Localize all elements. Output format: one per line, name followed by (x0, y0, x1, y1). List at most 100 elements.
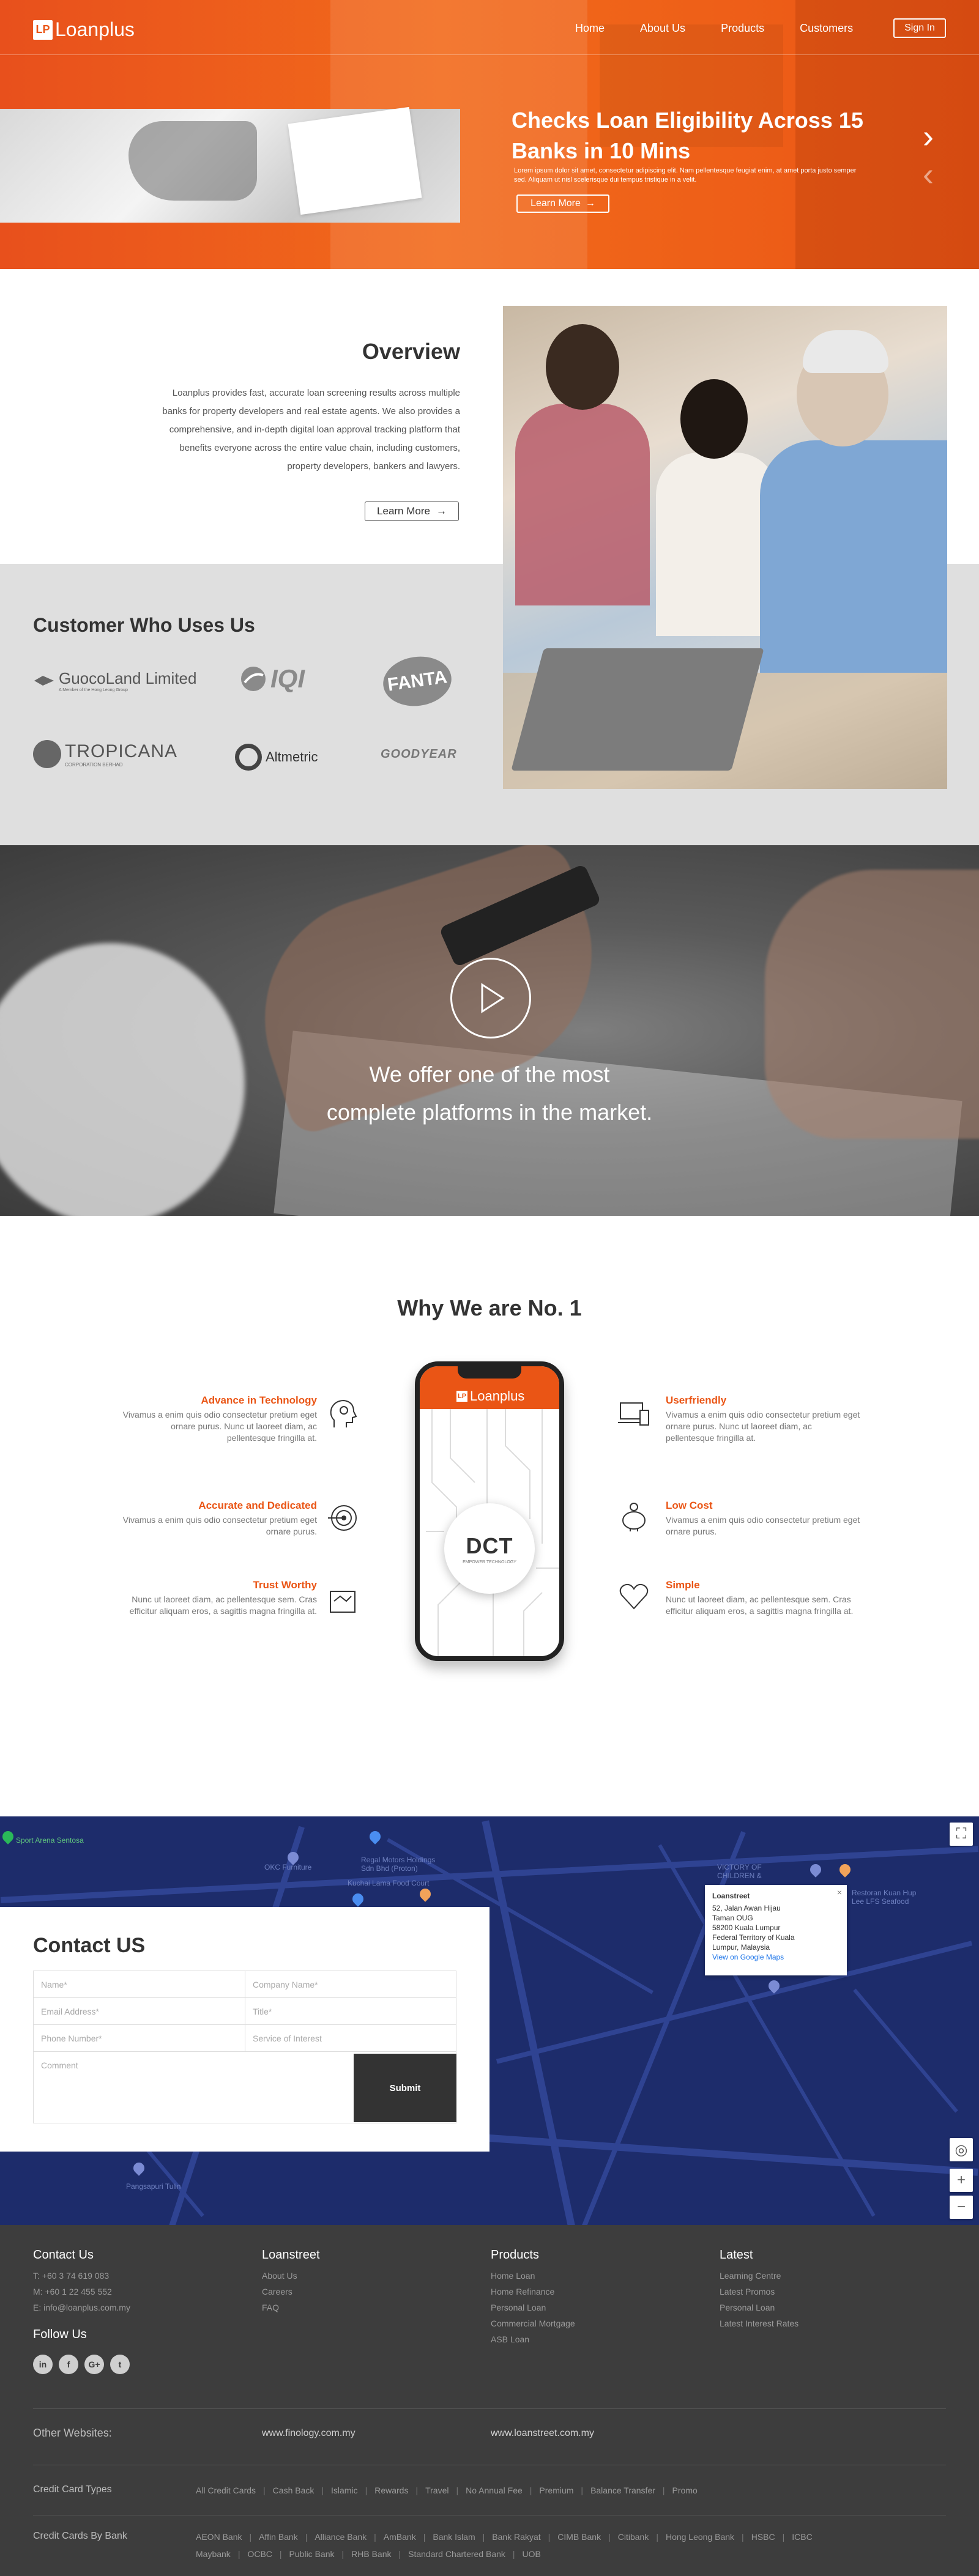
footer-link[interactable]: AEON Bank (196, 2532, 242, 2542)
facebook-icon[interactable]: f (59, 2355, 78, 2374)
footer-email[interactable]: E: info@loanplus.com.my (33, 2300, 130, 2315)
footer-link[interactable]: ICBC (792, 2532, 812, 2542)
feature-low-cost: Low Cost Vivamus a enim quis odio consec… (666, 1500, 862, 1538)
map-pin-icon[interactable] (0, 1829, 16, 1845)
footer-link[interactable]: Commercial Mortgage (491, 2315, 575, 2331)
footer-link[interactable]: CIMB Bank (557, 2532, 601, 2542)
logo[interactable]: LP Loanplus (33, 18, 135, 41)
zoom-out-button[interactable]: − (950, 2196, 973, 2219)
submit-button[interactable]: Submit (354, 2054, 456, 2122)
footer-mobile[interactable]: M: +60 1 22 455 552 (33, 2284, 130, 2300)
title-field[interactable]: Title* (245, 1998, 456, 2025)
footer-link[interactable]: Bank Islam (433, 2532, 475, 2542)
footer-link[interactable]: Home Refinance (491, 2284, 575, 2300)
footer-link[interactable]: Rewards (374, 2485, 408, 2495)
footer-link[interactable]: Islamic (331, 2485, 358, 2495)
map-road (482, 1820, 578, 2225)
footer-link[interactable]: Maybank (196, 2549, 231, 2559)
feature-accurate-dedicated: Accurate and Dedicated Vivamus a enim qu… (121, 1500, 317, 1538)
nav-products[interactable]: Products (721, 22, 764, 35)
view-on-google-maps-link[interactable]: View on Google Maps (712, 1952, 839, 1962)
service-field[interactable]: Service of Interest (245, 2025, 456, 2052)
overview-learn-more-label: Learn More (377, 505, 430, 517)
separator: | (341, 2549, 344, 2559)
footer-link[interactable]: RHB Bank (351, 2549, 391, 2559)
map-pin-icon[interactable] (837, 1862, 853, 1878)
footer-link[interactable]: OCBC (247, 2549, 272, 2559)
footer-link[interactable]: Public Bank (289, 2549, 335, 2559)
separator: | (237, 2549, 240, 2559)
footer-link[interactable]: No Annual Fee (466, 2485, 523, 2495)
map-label: Sport Arena Sentosa (16, 1836, 84, 1845)
altmetric-icon (235, 744, 262, 771)
footer-link[interactable]: Personal Loan (720, 2300, 798, 2315)
fullscreen-icon[interactable]: ⛶ (950, 1823, 973, 1846)
map-pin-icon[interactable] (417, 1886, 433, 1902)
footer-link[interactable]: Careers (262, 2284, 297, 2300)
footer-link[interactable]: Affin Bank (259, 2532, 298, 2542)
phone-field[interactable]: Phone Number* (34, 2025, 245, 2052)
footer-link[interactable]: Balance Transfer (590, 2485, 655, 2495)
footer-link[interactable]: Learning Centre (720, 2268, 798, 2284)
nav-about-us[interactable]: About Us (640, 22, 685, 35)
footer-link[interactable]: Personal Loan (491, 2300, 575, 2315)
footer-link[interactable]: ASB Loan (491, 2331, 575, 2347)
email-field[interactable]: Email Address* (34, 1998, 245, 2025)
client-name: GOODYEAR (381, 747, 457, 761)
video-tagline: We offer one of the most complete platfo… (245, 1056, 734, 1131)
name-field[interactable]: Name* (34, 1971, 245, 1998)
footer-link[interactable]: Standard Chartered Bank (408, 2549, 505, 2559)
play-button[interactable] (450, 958, 531, 1038)
footer-latest-title: Latest (720, 2248, 753, 2262)
footer-link[interactable]: FAQ (262, 2300, 297, 2315)
comment-field[interactable]: Comment (34, 2052, 354, 2123)
footer-link[interactable]: AmBank (384, 2532, 416, 2542)
footer-link[interactable]: Alliance Bank (315, 2532, 367, 2542)
footer-link[interactable]: Latest Promos (720, 2284, 798, 2300)
map-pin-icon[interactable] (367, 1829, 383, 1845)
client-sub: CORPORATION BERHAD (65, 761, 123, 768)
footer-phone[interactable]: T: +60 3 74 619 083 (33, 2268, 130, 2284)
footer-link[interactable]: UOB (523, 2549, 541, 2559)
other-site-link[interactable]: www.finology.com.my (262, 2426, 355, 2441)
footer-contact-list: T: +60 3 74 619 083 M: +60 1 22 455 552 … (33, 2268, 130, 2315)
zoom-in-button[interactable]: + (950, 2169, 973, 2192)
footer-link[interactable]: Bank Rakyat (492, 2532, 540, 2542)
footer-link[interactable]: About Us (262, 2268, 297, 2284)
linkedin-icon[interactable]: in (33, 2355, 53, 2374)
map-pin-icon[interactable] (131, 2160, 147, 2176)
separator: | (365, 2485, 368, 2495)
footer-link[interactable]: Hong Leong Bank (666, 2532, 734, 2542)
footer-link[interactable]: Home Loan (491, 2268, 575, 2284)
feature-title: Simple (666, 1579, 700, 1591)
twitter-icon[interactable]: t (110, 2355, 130, 2374)
footer-link[interactable]: Latest Interest Rates (720, 2315, 798, 2331)
chevron-left-icon[interactable]: ‹ (923, 158, 934, 191)
heart-icon (616, 1578, 652, 1615)
popup-address-line: 52, Jalan Awan Hijau (712, 1904, 781, 1912)
logo-text: Loanplus (55, 18, 135, 40)
chevron-right-icon[interactable]: › (923, 120, 934, 153)
my-location-icon[interactable]: ◎ (950, 2138, 973, 2161)
other-websites-label: Other Websites: (33, 2427, 112, 2439)
nav-customers[interactable]: Customers (800, 22, 853, 35)
footer-link[interactable]: Premium (539, 2485, 573, 2495)
separator: | (456, 2485, 459, 2495)
hero-learn-more-button[interactable]: Learn More → (516, 194, 609, 213)
nav-home[interactable]: Home (575, 22, 605, 35)
close-icon[interactable]: × (837, 1887, 842, 1897)
footer-link[interactable]: All Credit Cards (196, 2485, 256, 2495)
handshake-icon (324, 1582, 361, 1618)
signin-button[interactable]: Sign In (893, 18, 946, 38)
company-field[interactable]: Company Name* (245, 1971, 456, 1998)
footer-link[interactable]: Travel (425, 2485, 449, 2495)
footer-link[interactable]: Citibank (618, 2532, 649, 2542)
footer-link[interactable]: Promo (672, 2485, 698, 2495)
google-plus-icon[interactable]: G+ (84, 2355, 104, 2374)
overview-learn-more-button[interactable]: Learn More → (365, 502, 459, 521)
other-site-link[interactable]: www.loanstreet.com.my (491, 2426, 594, 2441)
footer-link[interactable]: Cash Back (273, 2485, 315, 2495)
map-pin-icon[interactable] (808, 1862, 824, 1878)
map-pin-icon[interactable] (350, 1891, 366, 1907)
footer-link[interactable]: HSBC (751, 2532, 775, 2542)
